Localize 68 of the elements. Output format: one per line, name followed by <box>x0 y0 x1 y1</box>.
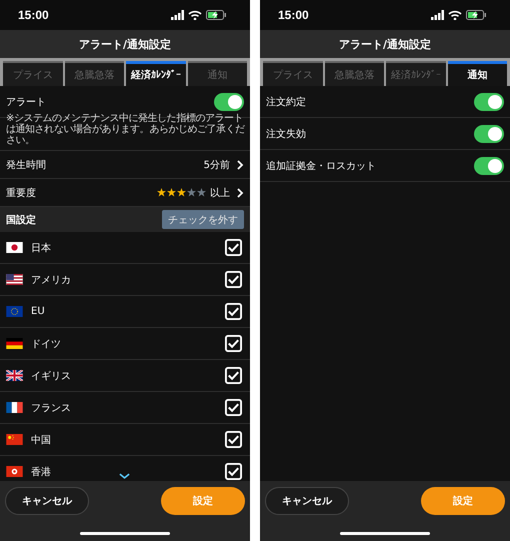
hong-kong-flag-icon <box>6 466 23 477</box>
toggle-switch[interactable] <box>474 92 504 110</box>
usa-flag-icon <box>6 274 23 285</box>
checkbox[interactable] <box>225 239 242 256</box>
china-flag-icon <box>6 434 23 445</box>
toggle-switch[interactable] <box>474 156 504 174</box>
battery-icon <box>466 10 486 20</box>
checkbox[interactable] <box>225 431 242 448</box>
screen-title: アラート/通知設定 <box>78 36 172 52</box>
star-icon <box>197 188 206 197</box>
checkbox[interactable] <box>225 271 242 288</box>
country-name: フランス <box>31 402 71 414</box>
tab[interactable]: 急騰急落 <box>324 61 384 86</box>
tab[interactable]: 通知 <box>448 61 507 86</box>
tab[interactable]: 経済ｶﾚﾝﾀﾞｰ <box>386 61 446 86</box>
japan-flag-icon <box>6 242 23 253</box>
setting-value: 5分前 <box>204 158 230 172</box>
wifi-icon <box>188 10 202 20</box>
star-icon <box>157 188 166 197</box>
note-text: ※システムのメンテナンス中に発生した指標のアラートは通知されない場合があります。あらかじめご了承ください。 <box>0 113 250 151</box>
setting-label: 注文失効 <box>266 128 306 140</box>
country-name: ドイツ <box>31 338 61 350</box>
tab[interactable]: 急騰急落 <box>64 61 124 86</box>
checkbox[interactable] <box>225 367 242 384</box>
star-icon <box>187 188 196 197</box>
tab[interactable]: プライス <box>3 61 62 86</box>
germany-flag-icon <box>6 338 23 349</box>
toggle-switch[interactable] <box>474 124 504 142</box>
setting-label: 追加証拠金・ロスカット <box>266 160 376 172</box>
checkbox[interactable] <box>225 399 242 416</box>
country-name: アメリカ <box>31 274 71 286</box>
screen-title: アラート/通知設定 <box>338 36 432 52</box>
signal-icon <box>431 10 444 20</box>
setting-label: アラート <box>6 96 46 108</box>
tab[interactable]: プライス <box>263 61 322 86</box>
ok-button[interactable]: 設定 <box>161 487 245 515</box>
setting-label: 重要度 <box>6 186 36 200</box>
country-name: 日本 <box>31 242 51 254</box>
country-name: EU <box>31 306 45 317</box>
cancel-button[interactable]: キャンセル <box>5 487 89 515</box>
status-time: 15:00 <box>278 8 309 22</box>
star-icon <box>167 188 176 197</box>
eu-flag-icon <box>6 306 23 317</box>
checkbox[interactable] <box>225 463 242 480</box>
signal-icon <box>171 10 184 20</box>
battery-icon <box>206 10 226 20</box>
checkbox[interactable] <box>225 335 242 352</box>
chevron-right-icon <box>237 160 244 170</box>
status-time: 15:00 <box>18 8 49 22</box>
country-name: 香港 <box>31 466 51 478</box>
chevron-right-icon <box>237 188 244 198</box>
france-flag-icon <box>6 402 23 413</box>
country-name: イギリス <box>31 370 71 382</box>
tab[interactable]: 経済ｶﾚﾝﾀﾞｰ <box>126 61 186 86</box>
checkbox[interactable] <box>225 303 242 320</box>
ok-button[interactable]: 設定 <box>421 487 505 515</box>
tab[interactable]: 通知 <box>188 61 247 86</box>
wifi-icon <box>448 10 462 20</box>
country-name: 中国 <box>31 434 51 446</box>
cancel-button[interactable]: キャンセル <box>265 487 349 515</box>
uk-flag-icon <box>6 370 23 381</box>
setting-label: 発生時間 <box>6 158 46 172</box>
setting-label: 注文約定 <box>266 96 306 108</box>
star-icon <box>177 188 186 197</box>
uncheck-all-button[interactable]: チェックを外す <box>162 210 244 229</box>
toggle-switch[interactable] <box>214 92 244 110</box>
setting-value: 以上 <box>210 186 230 200</box>
section-title: 国設定 <box>6 213 36 226</box>
